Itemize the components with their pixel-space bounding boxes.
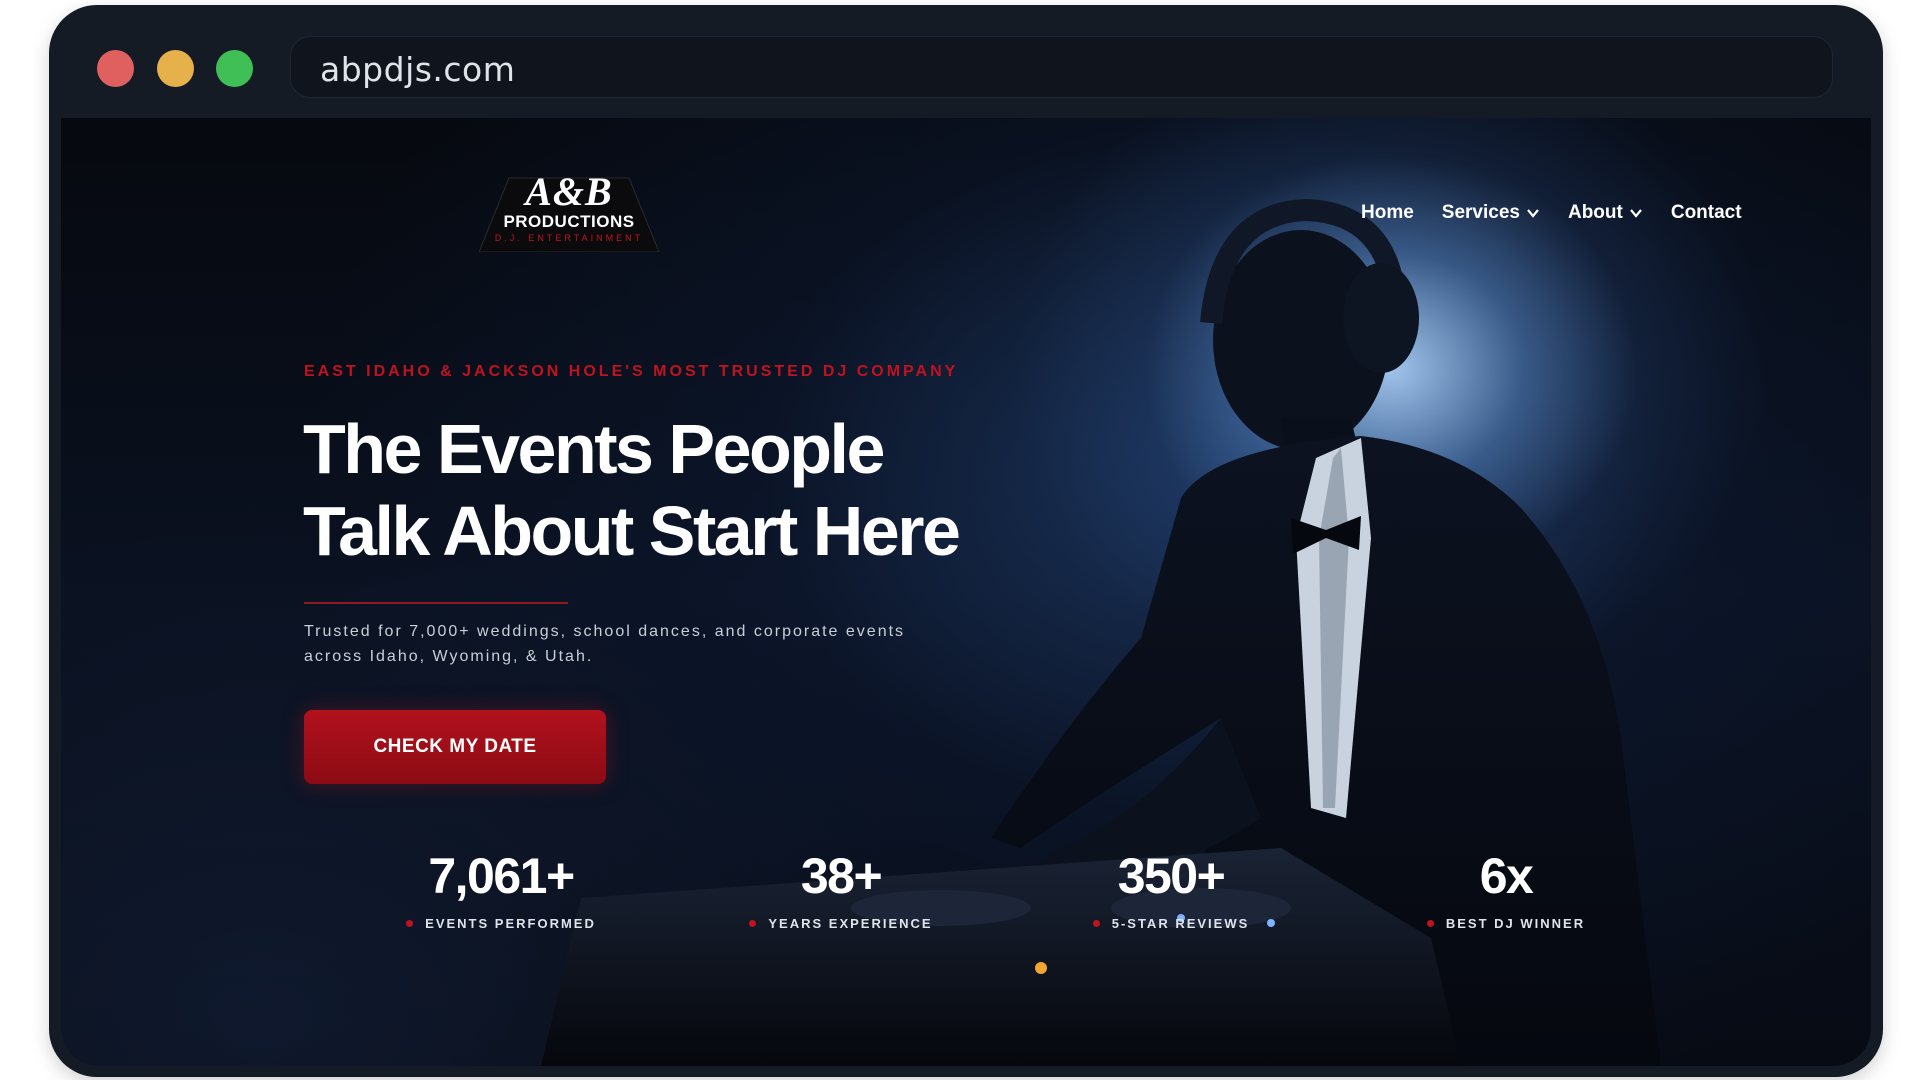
hero-divider: [304, 602, 568, 604]
close-window-button[interactable]: [97, 50, 134, 87]
bullet-dot-icon: [406, 920, 414, 927]
stat-label: EVENTS PERFORMED: [425, 916, 596, 931]
logo[interactable]: A&B PRODUCTIONS D.J. ENTERTAINMENT: [479, 168, 659, 252]
stat-label: 5-STAR REVIEWS: [1111, 916, 1250, 931]
nav-item-label: Home: [1361, 202, 1414, 223]
minimize-window-button[interactable]: [157, 50, 194, 87]
stat-value: 6x: [1479, 848, 1534, 904]
nav-item-label: Services: [1441, 202, 1520, 223]
bullet-dot-icon: [1092, 920, 1100, 927]
stat-value: 7,061+: [428, 848, 575, 904]
browser-window: abpdjs.com A&B PRODUCTIONS D.J. ENTERTAI…: [49, 5, 1883, 1077]
hero-headline: The Events People Talk About Start Here: [303, 408, 1063, 572]
stat-years: 38+ YEARS EXPERIENCE: [726, 848, 956, 931]
check-my-date-button[interactable]: CHECK MY DATE: [304, 710, 606, 784]
nav-item-label: Contact: [1670, 202, 1742, 223]
main-nav: Home Services About Contact: [1361, 198, 1742, 228]
logo-tagline: D.J. ENTERTAINMENT: [494, 233, 644, 243]
logo-mark: A&B: [525, 169, 613, 214]
stat-value: 350+: [1117, 848, 1226, 904]
headline-line-2: Talk About Start Here: [303, 492, 961, 570]
stat-label-row: EVENTS PERFORMED: [386, 916, 616, 931]
chevron-down-icon: [1630, 209, 1642, 218]
nav-item-contact[interactable]: Contact: [1671, 202, 1742, 224]
nav-item-label: About: [1567, 202, 1623, 223]
hero-eyebrow: EAST IDAHO & JACKSON HOLE'S MOST TRUSTED…: [304, 363, 959, 380]
stat-events: 7,061+ EVENTS PERFORMED: [386, 848, 616, 931]
stat-label: BEST DJ WINNER: [1445, 916, 1586, 931]
headline-line-1: The Events People: [303, 410, 885, 488]
nav-item-about[interactable]: About: [1568, 202, 1643, 224]
url-text: abpdjs.com: [320, 50, 516, 89]
logo-productions-text: PRODUCTIONS: [503, 212, 635, 231]
maximize-window-button[interactable]: [216, 50, 253, 87]
stat-label: YEARS EXPERIENCE: [768, 916, 933, 931]
bullet-dot-icon: [1426, 920, 1434, 927]
stat-label-row: BEST DJ WINNER: [1391, 916, 1621, 931]
chevron-down-icon: [1527, 209, 1539, 218]
stat-label-row: YEARS EXPERIENCE: [726, 916, 956, 931]
subtext-line-2: across Idaho, Wyoming, & Utah.: [304, 648, 594, 665]
stat-value: 38+: [800, 848, 883, 904]
stat-reviews: 350+ 5-STAR REVIEWS: [1056, 848, 1286, 931]
bullet-dot-icon: [749, 920, 757, 927]
nav-item-home[interactable]: Home: [1361, 202, 1414, 224]
hero-subtext: Trusted for 7,000+ weddings, school danc…: [304, 619, 1044, 669]
stat-awards: 6x BEST DJ WINNER: [1391, 848, 1621, 931]
nav-item-services[interactable]: Services: [1442, 202, 1540, 224]
stat-label-row: 5-STAR REVIEWS: [1056, 916, 1286, 931]
subtext-line-1: Trusted for 7,000+ weddings, school danc…: [304, 623, 906, 640]
hero-section: A&B PRODUCTIONS D.J. ENTERTAINMENT Home …: [61, 118, 1871, 1066]
address-bar[interactable]: abpdjs.com: [290, 36, 1833, 98]
